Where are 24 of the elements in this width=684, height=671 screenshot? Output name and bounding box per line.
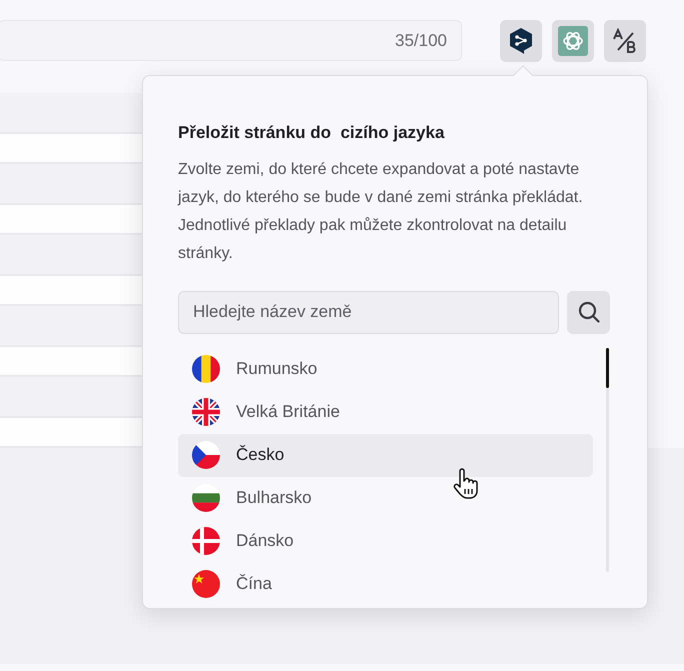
flag-icon [192,441,220,469]
flag-icon [192,570,220,598]
toolbar-button[interactable] [604,20,646,62]
speech-hexagon-icon [508,27,534,55]
knot-logo-icon [558,26,588,56]
flag-icon [192,484,220,512]
country-item[interactable]: Rumunsko [178,348,593,390]
country-search-field[interactable]: Hledejte název země [178,290,560,334]
flag-icon [192,398,220,426]
title-field[interactable]: 35/100 [0,20,462,61]
country-item[interactable]: Česko [178,434,593,476]
a-slash-b-icon [612,28,638,54]
search-icon [576,300,601,324]
country-item[interactable]: Bulharsko [178,476,593,520]
toolbar-button[interactable] [500,20,542,62]
flag-icon [192,527,220,555]
flag-icon [192,355,220,383]
popup-description: Zvolte zemi, do které chcete expandovat a poté nastavte jazyk, do kterého se bude v dané zemi stránka překládat. Jednotlivé překlady pak můžete zkontrolovat na detailu stránky. [178,160,584,264]
popup-title: Přeložit stránku do cizího jazyka [178,122,446,144]
character-counter: 35/100 [395,30,447,52]
country-item[interactable]: Dánsko [178,520,593,562]
country-item[interactable]: Velká Británie [178,390,593,434]
country-item[interactable]: Čína [178,562,593,606]
search-button[interactable] [567,290,610,334]
